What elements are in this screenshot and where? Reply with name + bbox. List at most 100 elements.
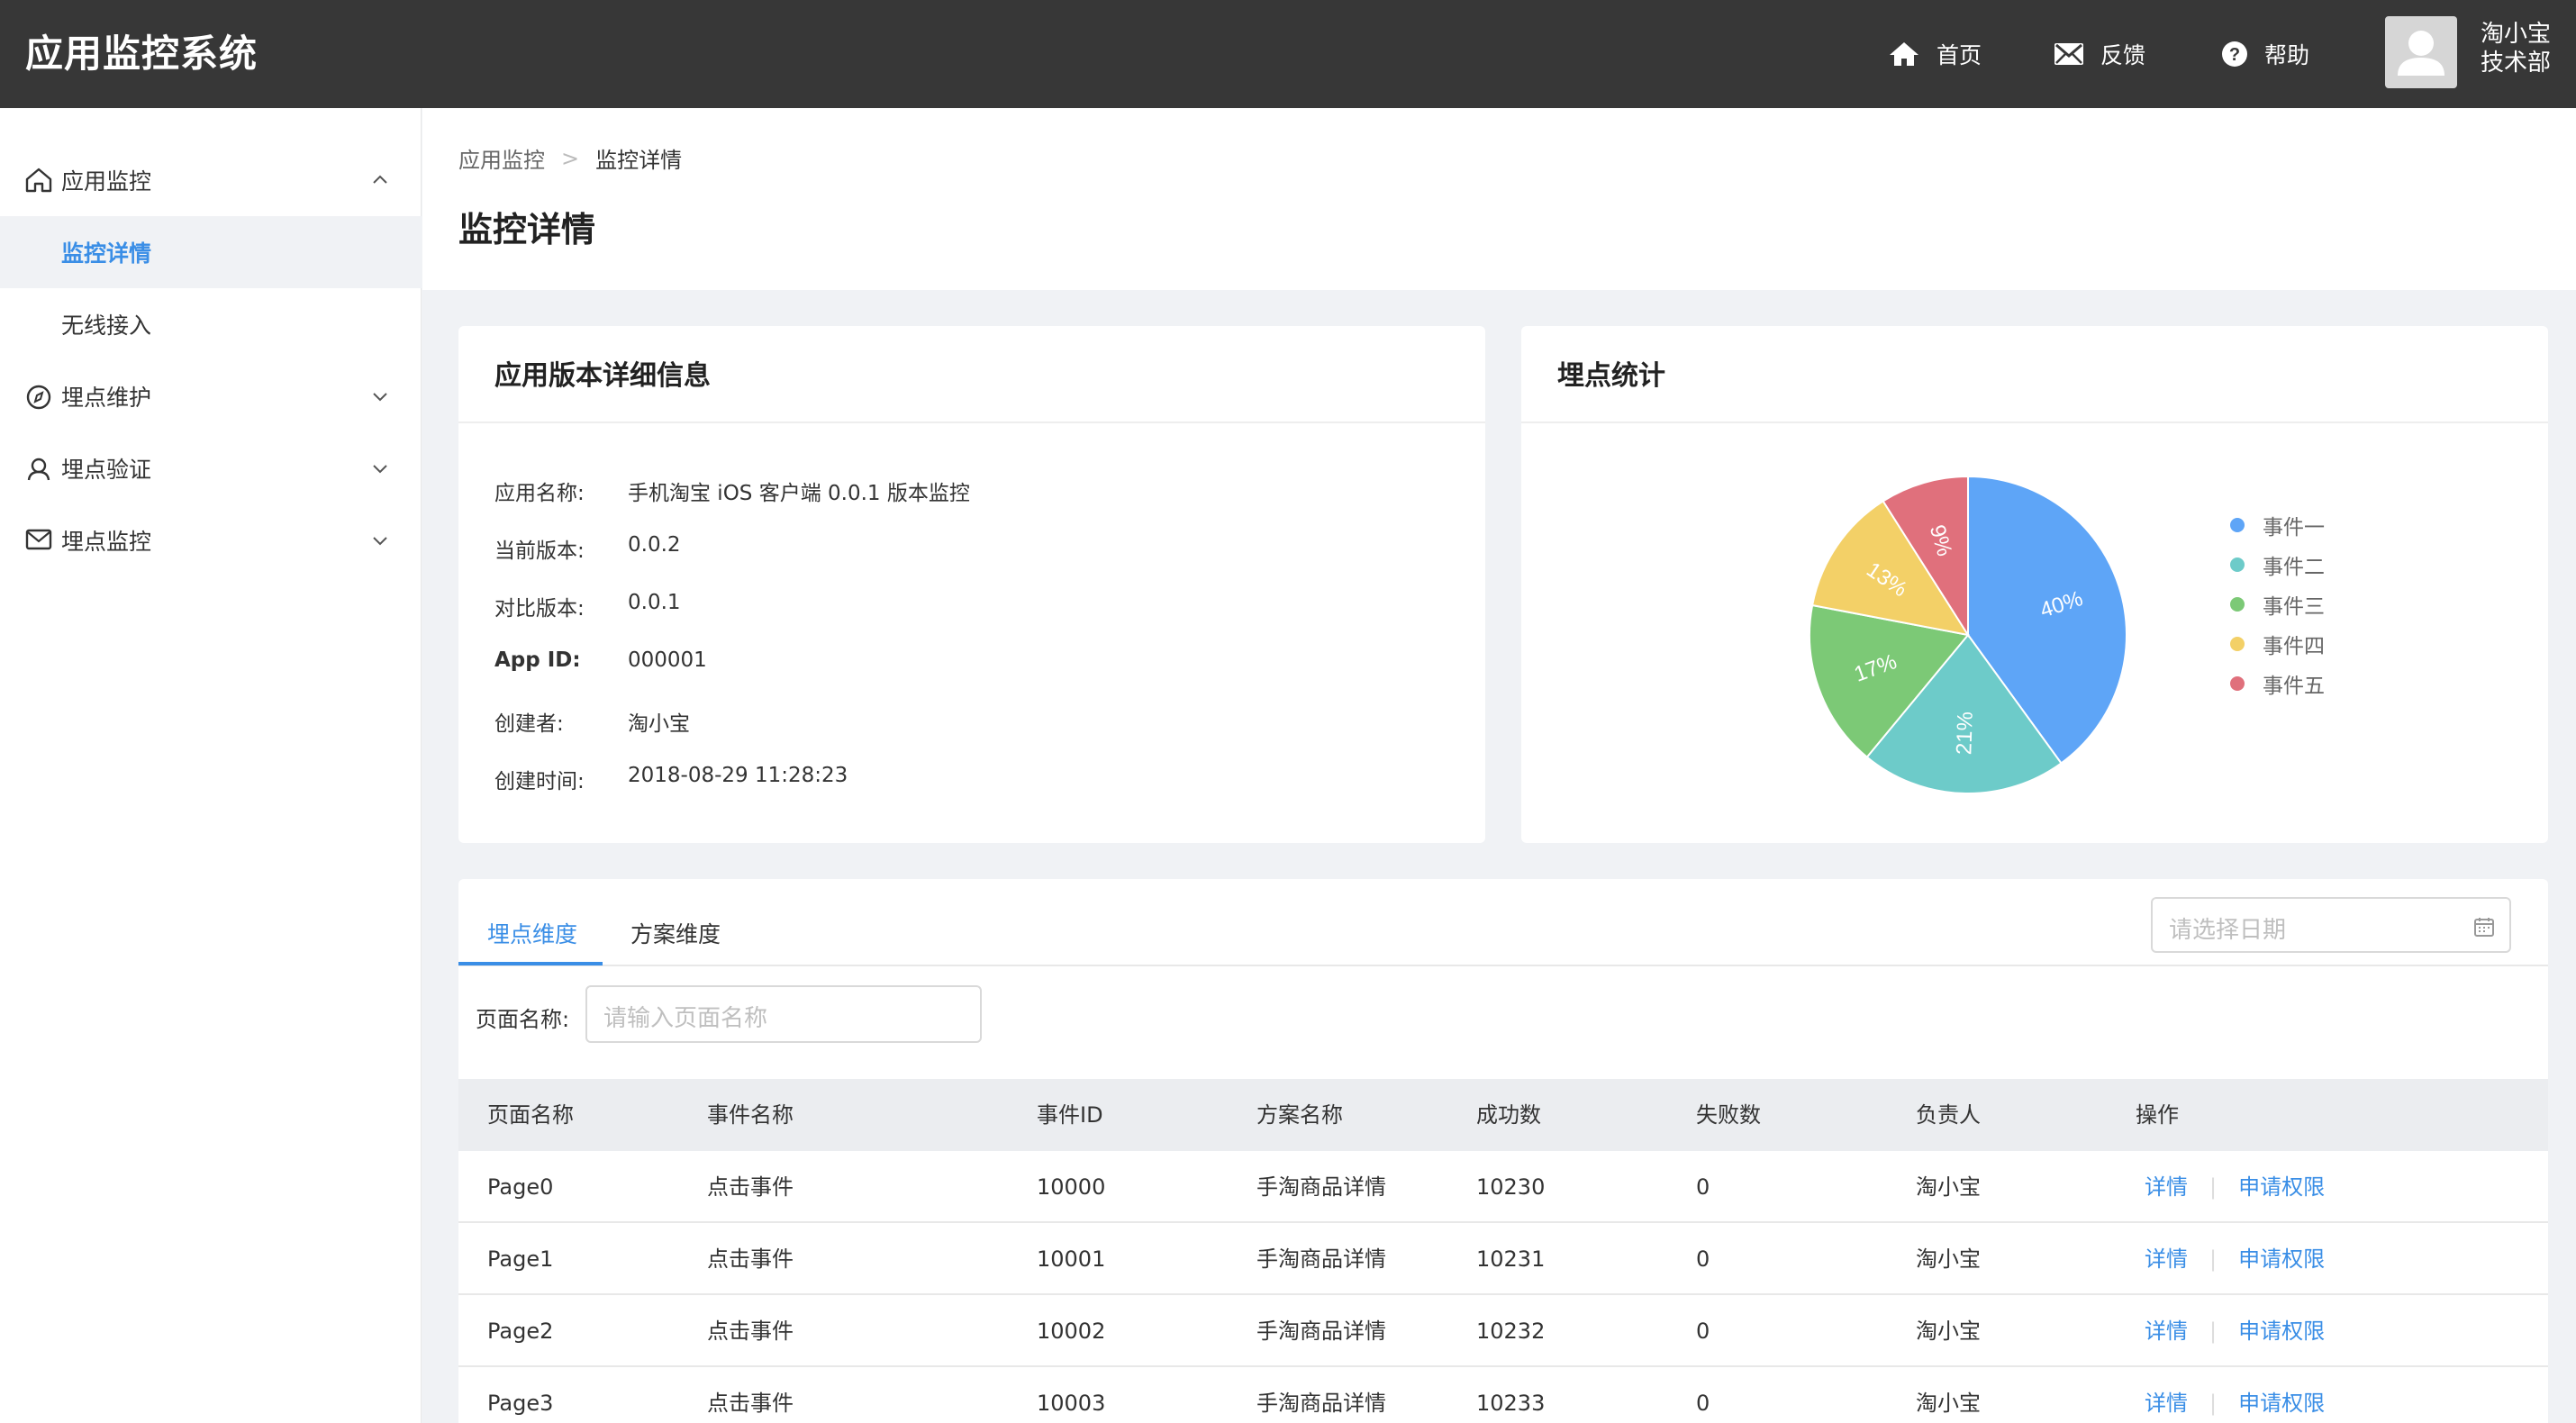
- legend-item[interactable]: 事件三: [2230, 589, 2325, 620]
- legend-item[interactable]: 事件四: [2230, 629, 2325, 659]
- sidebar-subitem-monitor-detail[interactable]: 监控详情: [0, 216, 422, 288]
- pie-slice-label: 21%: [1952, 712, 1977, 756]
- sidebar-item-label: 埋点维护: [61, 385, 152, 411]
- legend-color-dot: [2230, 518, 2245, 532]
- table-cell: Page2: [487, 1319, 554, 1344]
- home-icon: [1890, 42, 1918, 66]
- card-divider: [1521, 421, 2548, 423]
- info-row: 创建时间: 2018-08-29 11:28:23: [494, 764, 848, 794]
- sidebar-item-label: 埋点验证: [61, 457, 152, 483]
- chevron-down-icon: [373, 393, 387, 402]
- table-cell: 手淘商品详情: [1256, 1246, 1386, 1272]
- table-cell: Page1: [487, 1246, 554, 1272]
- table-cell: 点击事件: [707, 1391, 794, 1416]
- tab-point-dimension[interactable]: 埋点维度: [487, 917, 577, 949]
- user-icon: [27, 458, 50, 481]
- page-header: 应用监控 > 监控详情 监控详情: [422, 108, 2576, 290]
- info-key: 创建时间:: [494, 770, 585, 793]
- info-value: 000001: [628, 648, 707, 672]
- breadcrumb: 应用监控 > 监控详情: [458, 142, 682, 174]
- table-cell: 淘小宝: [1916, 1174, 1981, 1200]
- table-cell: 10000: [1037, 1174, 1106, 1200]
- action-separator: |: [2209, 1391, 2218, 1416]
- breadcrumb-current: 监控详情: [595, 148, 683, 173]
- info-key: 当前版本:: [494, 539, 585, 563]
- table-cell: 点击事件: [707, 1246, 794, 1272]
- info-value: 淘小宝: [628, 712, 690, 736]
- info-row: App ID: 000001: [494, 648, 707, 672]
- legend-item[interactable]: 事件一: [2230, 510, 2325, 540]
- nav-home-label: 首页: [1937, 42, 1982, 68]
- sidebar-item-point-maintenance[interactable]: 埋点维护: [0, 360, 422, 432]
- svg-text:?: ?: [2229, 45, 2240, 65]
- sidebar-item-point-validation[interactable]: 埋点验证: [0, 432, 422, 504]
- info-value: 2018-08-29 11:28:23: [628, 764, 848, 787]
- table-cell: 手淘商品详情: [1256, 1174, 1386, 1200]
- legend-color-dot: [2230, 676, 2245, 691]
- help-icon: ?: [2222, 41, 2247, 67]
- detail-link[interactable]: 详情: [2145, 1174, 2188, 1200]
- legend-label: 事件五: [2263, 675, 2325, 698]
- card-divider: [458, 421, 1485, 423]
- app-title: 应用监控系统: [25, 32, 259, 76]
- tabs-divider: [458, 965, 2548, 966]
- info-key: 应用名称:: [494, 482, 585, 505]
- user-avatar-icon: [2398, 31, 2444, 76]
- legend-item[interactable]: 事件五: [2230, 668, 2325, 699]
- column-header: 成功数: [1476, 1102, 1541, 1128]
- sidebar-item-app-monitor[interactable]: 应用监控: [0, 144, 422, 216]
- legend-label: 事件四: [2263, 635, 2325, 658]
- nav-home[interactable]: 首页: [1888, 36, 1982, 72]
- breadcrumb-separator: >: [561, 145, 580, 171]
- request-permission-link[interactable]: 申请权限: [2238, 1246, 2325, 1272]
- action-separator: |: [2209, 1174, 2218, 1200]
- request-permission-link[interactable]: 申请权限: [2238, 1174, 2325, 1200]
- page-name-input[interactable]: 请输入页面名称: [585, 985, 982, 1043]
- nav-help[interactable]: ? 帮助: [2221, 36, 2309, 72]
- table-cell: 0: [1696, 1174, 1710, 1200]
- request-permission-link[interactable]: 申请权限: [2238, 1319, 2325, 1344]
- user-info[interactable]: 淘小宝 技术部: [2481, 20, 2551, 77]
- detail-link[interactable]: 详情: [2145, 1319, 2188, 1344]
- info-row: 应用名称: 手机淘宝 iOS 客户端 0.0.1 版本监控: [494, 476, 970, 506]
- column-header: 方案名称: [1256, 1102, 1343, 1128]
- table-cell: 点击事件: [707, 1319, 794, 1344]
- table-header: 页面名称 事件名称 事件ID 方案名称 成功数 失败数 负责人 操作: [458, 1079, 2548, 1151]
- table-cell: 10233: [1476, 1391, 1546, 1416]
- chevron-down-icon: [373, 465, 387, 474]
- sidebar-item-point-monitor[interactable]: 埋点监控: [0, 504, 422, 576]
- legend-color-dot: [2230, 597, 2245, 612]
- avatar[interactable]: [2385, 16, 2457, 88]
- action-separator: |: [2209, 1319, 2218, 1344]
- compass-icon: [26, 385, 51, 410]
- detail-link[interactable]: 详情: [2145, 1391, 2188, 1416]
- user-name: 淘小宝: [2481, 21, 2552, 48]
- filter-label: 页面名称:: [476, 1007, 570, 1032]
- table-cell: 手淘商品详情: [1256, 1391, 1386, 1416]
- tab-plan-dimension[interactable]: 方案维度: [630, 917, 721, 949]
- table-cell: 点击事件: [707, 1174, 794, 1200]
- table-cell: 0: [1696, 1391, 1710, 1416]
- nav-feedback[interactable]: 反馈: [2054, 36, 2145, 72]
- table-cell: 10003: [1037, 1391, 1106, 1416]
- sidebar-item-label: 埋点监控: [61, 529, 152, 555]
- date-picker[interactable]: 请选择日期: [2151, 897, 2511, 953]
- request-permission-link[interactable]: 申请权限: [2238, 1391, 2325, 1416]
- app-info-card: 应用版本详细信息 应用名称: 手机淘宝 iOS 客户端 0.0.1 版本监控 当前…: [458, 326, 1485, 843]
- sidebar-subitem-label: 无线接入: [61, 313, 152, 339]
- pie-chart: 40%21%17%13%9%: [1809, 475, 2127, 794]
- legend-label: 事件三: [2263, 595, 2325, 619]
- table-cell: 10001: [1037, 1246, 1106, 1272]
- column-header: 失败数: [1696, 1102, 1761, 1128]
- info-key: App ID:: [494, 648, 581, 672]
- row-actions: 详情 | 申请权限: [2145, 1295, 2325, 1367]
- detail-link[interactable]: 详情: [2145, 1246, 2188, 1272]
- breadcrumb-parent[interactable]: 应用监控: [458, 142, 545, 174]
- sidebar-subitem-wireless-access[interactable]: 无线接入: [0, 288, 422, 360]
- table-cell: 10231: [1476, 1246, 1546, 1272]
- table-cell: 10232: [1476, 1319, 1546, 1344]
- legend-label: 事件一: [2263, 516, 2325, 539]
- mail-icon: [2054, 43, 2083, 65]
- legend-item[interactable]: 事件二: [2230, 549, 2325, 580]
- sidebar-subitem-label: 监控详情: [61, 240, 152, 267]
